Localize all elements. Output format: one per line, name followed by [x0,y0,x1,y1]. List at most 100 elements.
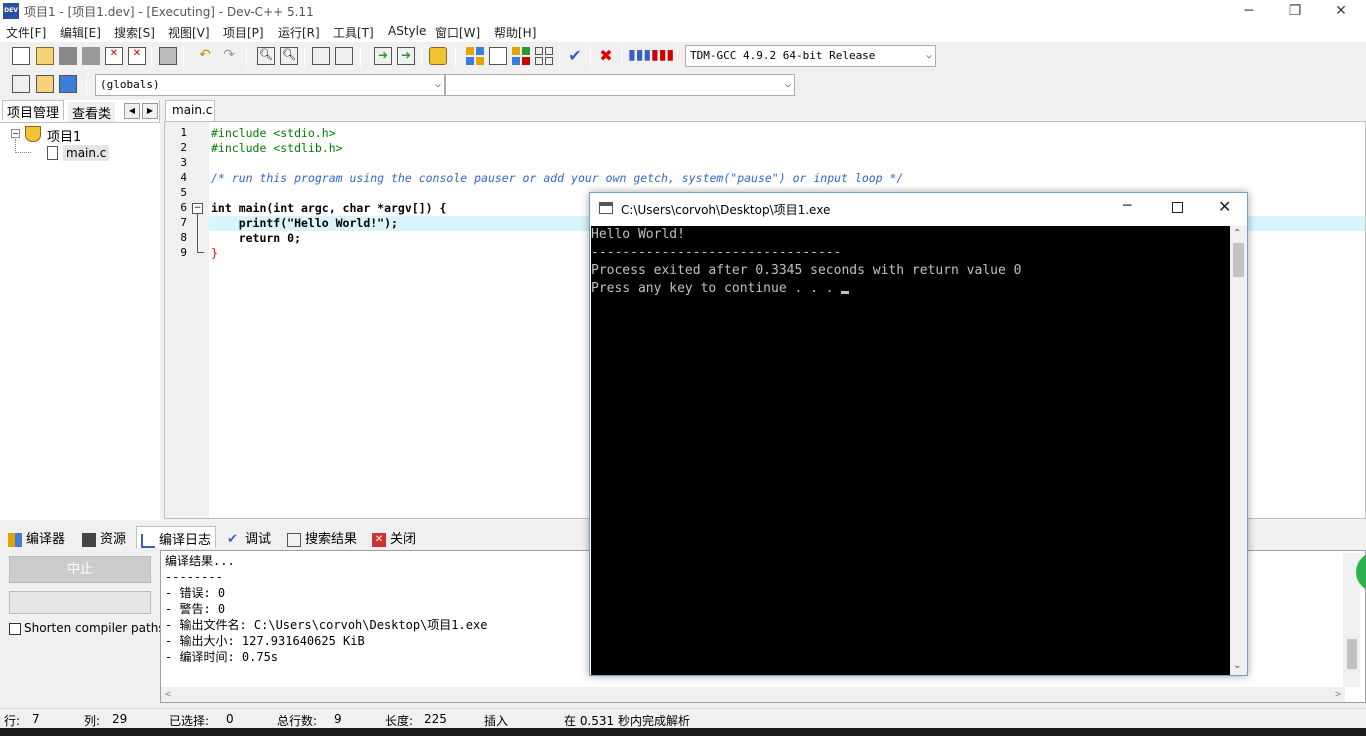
menu-help[interactable]: 帮助[H] [494,24,536,41]
rebuild-icon[interactable] [535,47,553,65]
tab-prev-icon[interactable]: ◀ [124,103,140,119]
collapse-icon[interactable]: − [11,129,20,138]
console-close-button[interactable]: ✕ [1218,197,1231,216]
tab-debug[interactable]: ✔ 调试 [223,526,275,548]
tab-classes[interactable]: 查看类 [68,102,116,122]
member-select[interactable]: ⌵ [445,74,795,96]
shorten-paths-checkbox[interactable] [9,623,21,635]
status-row-label: 行: [4,714,21,728]
console-maximize-button[interactable] [1172,202,1183,213]
goto-definition-icon[interactable] [36,75,54,93]
menu-tools[interactable]: 工具[T] [333,24,374,41]
menu-file[interactable]: 文件[F] [6,24,46,41]
compile-icon[interactable] [466,47,484,65]
scroll-up-icon[interactable]: ⌃ [1233,228,1241,239]
add-to-project-icon[interactable]: ➜ [374,47,392,65]
scope-select[interactable]: (globals) ⌵ [95,74,445,96]
save-all-icon[interactable] [82,47,100,65]
scroll-left-icon[interactable]: < [165,687,171,702]
delete-profile-icon[interactable]: ▮▮▮ [651,47,674,65]
compiler-select[interactable]: TDM-GCC 4.9.2 64-bit Release ⌵ [685,45,936,67]
menu-search[interactable]: 搜索[S] [114,24,155,41]
code-line-7: printf("Hello World!"); [211,216,398,230]
code-line-1: #include <stdio.h> [211,126,336,140]
app-icon: DEV [3,3,19,19]
shorten-paths-label: Shorten compiler paths [24,621,165,635]
scroll-right-icon[interactable]: > [1335,687,1341,702]
find-icon[interactable]: 🔍︎ [257,47,275,65]
status-sel-label: 已选择: [169,714,210,728]
restore-button[interactable]: ❐ [1272,0,1318,22]
tab-compiler[interactable]: 编译器 [4,526,69,548]
title-bar: DEV 项目1 - [项目1.dev] - [Executing] - Dev-… [0,0,1366,22]
syntax-check-icon[interactable]: ✔ [566,47,584,65]
console-line: Process exited after 0.3345 seconds with… [591,263,1022,278]
compile-progress-bar [9,591,151,614]
unindent-icon[interactable] [335,47,353,65]
code-line-9: } [211,246,218,260]
status-parse-time: 在 0.531 秒内完成解析 [564,714,690,728]
close-button[interactable]: ✕ [1318,0,1364,22]
tab-compile-log[interactable]: 编译日志 [136,526,217,548]
undo-icon[interactable]: ↶ [196,47,214,65]
project-tree: − 项目1 main.c [0,122,160,520]
console-window[interactable]: C:\Users\corvoh\Desktop\项目1.exe ─ ✕ Hell… [589,192,1248,676]
tab-close[interactable]: ✕ 关闭 [368,526,420,548]
tab-project[interactable]: 项目管理 [2,100,65,121]
code-line-6: int main(int argc, char *argv[]) { [211,201,447,215]
remove-from-project-icon[interactable]: ➜ [397,47,415,65]
close-all-icon[interactable]: ✕ [128,47,146,65]
fold-icon[interactable]: − [192,203,203,214]
tab-resources[interactable]: 资源 [78,526,130,548]
goto-declaration-icon[interactable] [12,75,30,93]
redo-icon[interactable]: ↷ [220,47,238,65]
abort-button[interactable]: 中止 [9,556,151,583]
menu-project[interactable]: 项目[P] [223,24,264,41]
search-icon [287,532,301,547]
console-output[interactable]: Hello World! ---------------------------… [591,226,1230,675]
console-title: C:\Users\corvoh\Desktop\项目1.exe [621,203,831,217]
stop-execution-icon[interactable]: ✖ [597,47,615,65]
tab-search-results[interactable]: 搜索结果 [283,526,361,548]
menu-view[interactable]: 视图[V] [168,24,210,41]
print-icon[interactable] [159,47,177,65]
editor-tab-main-c[interactable]: main.c [165,100,215,121]
profile-icon[interactable]: ▮▮▮ [628,47,651,65]
project-name[interactable]: 项目1 [47,126,81,145]
replace-icon[interactable]: 🔍︎ [280,47,298,65]
project-file-item[interactable]: main.c [63,145,110,161]
close-panel-icon: ✕ [372,532,386,547]
menu-astyle[interactable]: AStyle [388,24,426,38]
compile-run-icon[interactable] [512,47,530,65]
open-file-icon[interactable] [36,47,54,65]
tab-next-icon[interactable]: ▶ [142,103,158,119]
close-file-icon[interactable]: ✕ [105,47,123,65]
new-file-icon[interactable] [12,47,30,65]
check-icon: ✔ [227,531,238,547]
class-toolbar: (globals) ⌵ ⌵ [0,71,1366,98]
scroll-down-icon[interactable]: ⌄ [1233,660,1241,671]
minimize-button[interactable]: ─ [1226,0,1272,22]
status-bar: 行: 7 列: 29 已选择: 0 总行数: 9 长度: 225 插入 在 0.… [0,708,1366,728]
scroll-thumb[interactable] [1233,243,1244,277]
console-minimize-button[interactable]: ─ [1123,198,1131,214]
line-gutter: 1 2 3 4 5 6 7 8 9 − [165,122,209,518]
log-hscrollbar[interactable]: < > [161,687,1345,702]
console-scrollbar[interactable]: ⌃ ⌄ [1230,226,1247,675]
main-toolbar: ✕ ✕ ↶ ↷ 🔍︎ 🔍︎ ➜ ➜ ✔ ✖ ▮▮▮ ▮▮▮ TDM-GCC 4.… [0,43,1366,70]
menu-window[interactable]: 窗口[W] [435,24,480,41]
save-icon[interactable] [59,47,77,65]
menu-bar: 文件[F] 编辑[E] 搜索[S] 视图[V] 项目[P] 运行[R] 工具[T… [0,22,1366,42]
menu-edit[interactable]: 编辑[E] [60,24,101,41]
window-title: 项目1 - [项目1.dev] - [Executing] - Dev-C++ … [24,5,314,19]
file-icon [47,146,58,160]
menu-run[interactable]: 运行[R] [278,24,320,41]
run-icon[interactable] [489,47,507,65]
console-line: -------------------------------- [591,245,842,260]
project-options-icon[interactable] [429,47,447,65]
code-line-2: #include <stdlib.h> [211,141,343,155]
status-len: 225 [424,712,447,726]
status-sel: 0 [226,712,234,726]
insert-bookmark-icon[interactable] [59,75,77,93]
indent-icon[interactable] [312,47,330,65]
